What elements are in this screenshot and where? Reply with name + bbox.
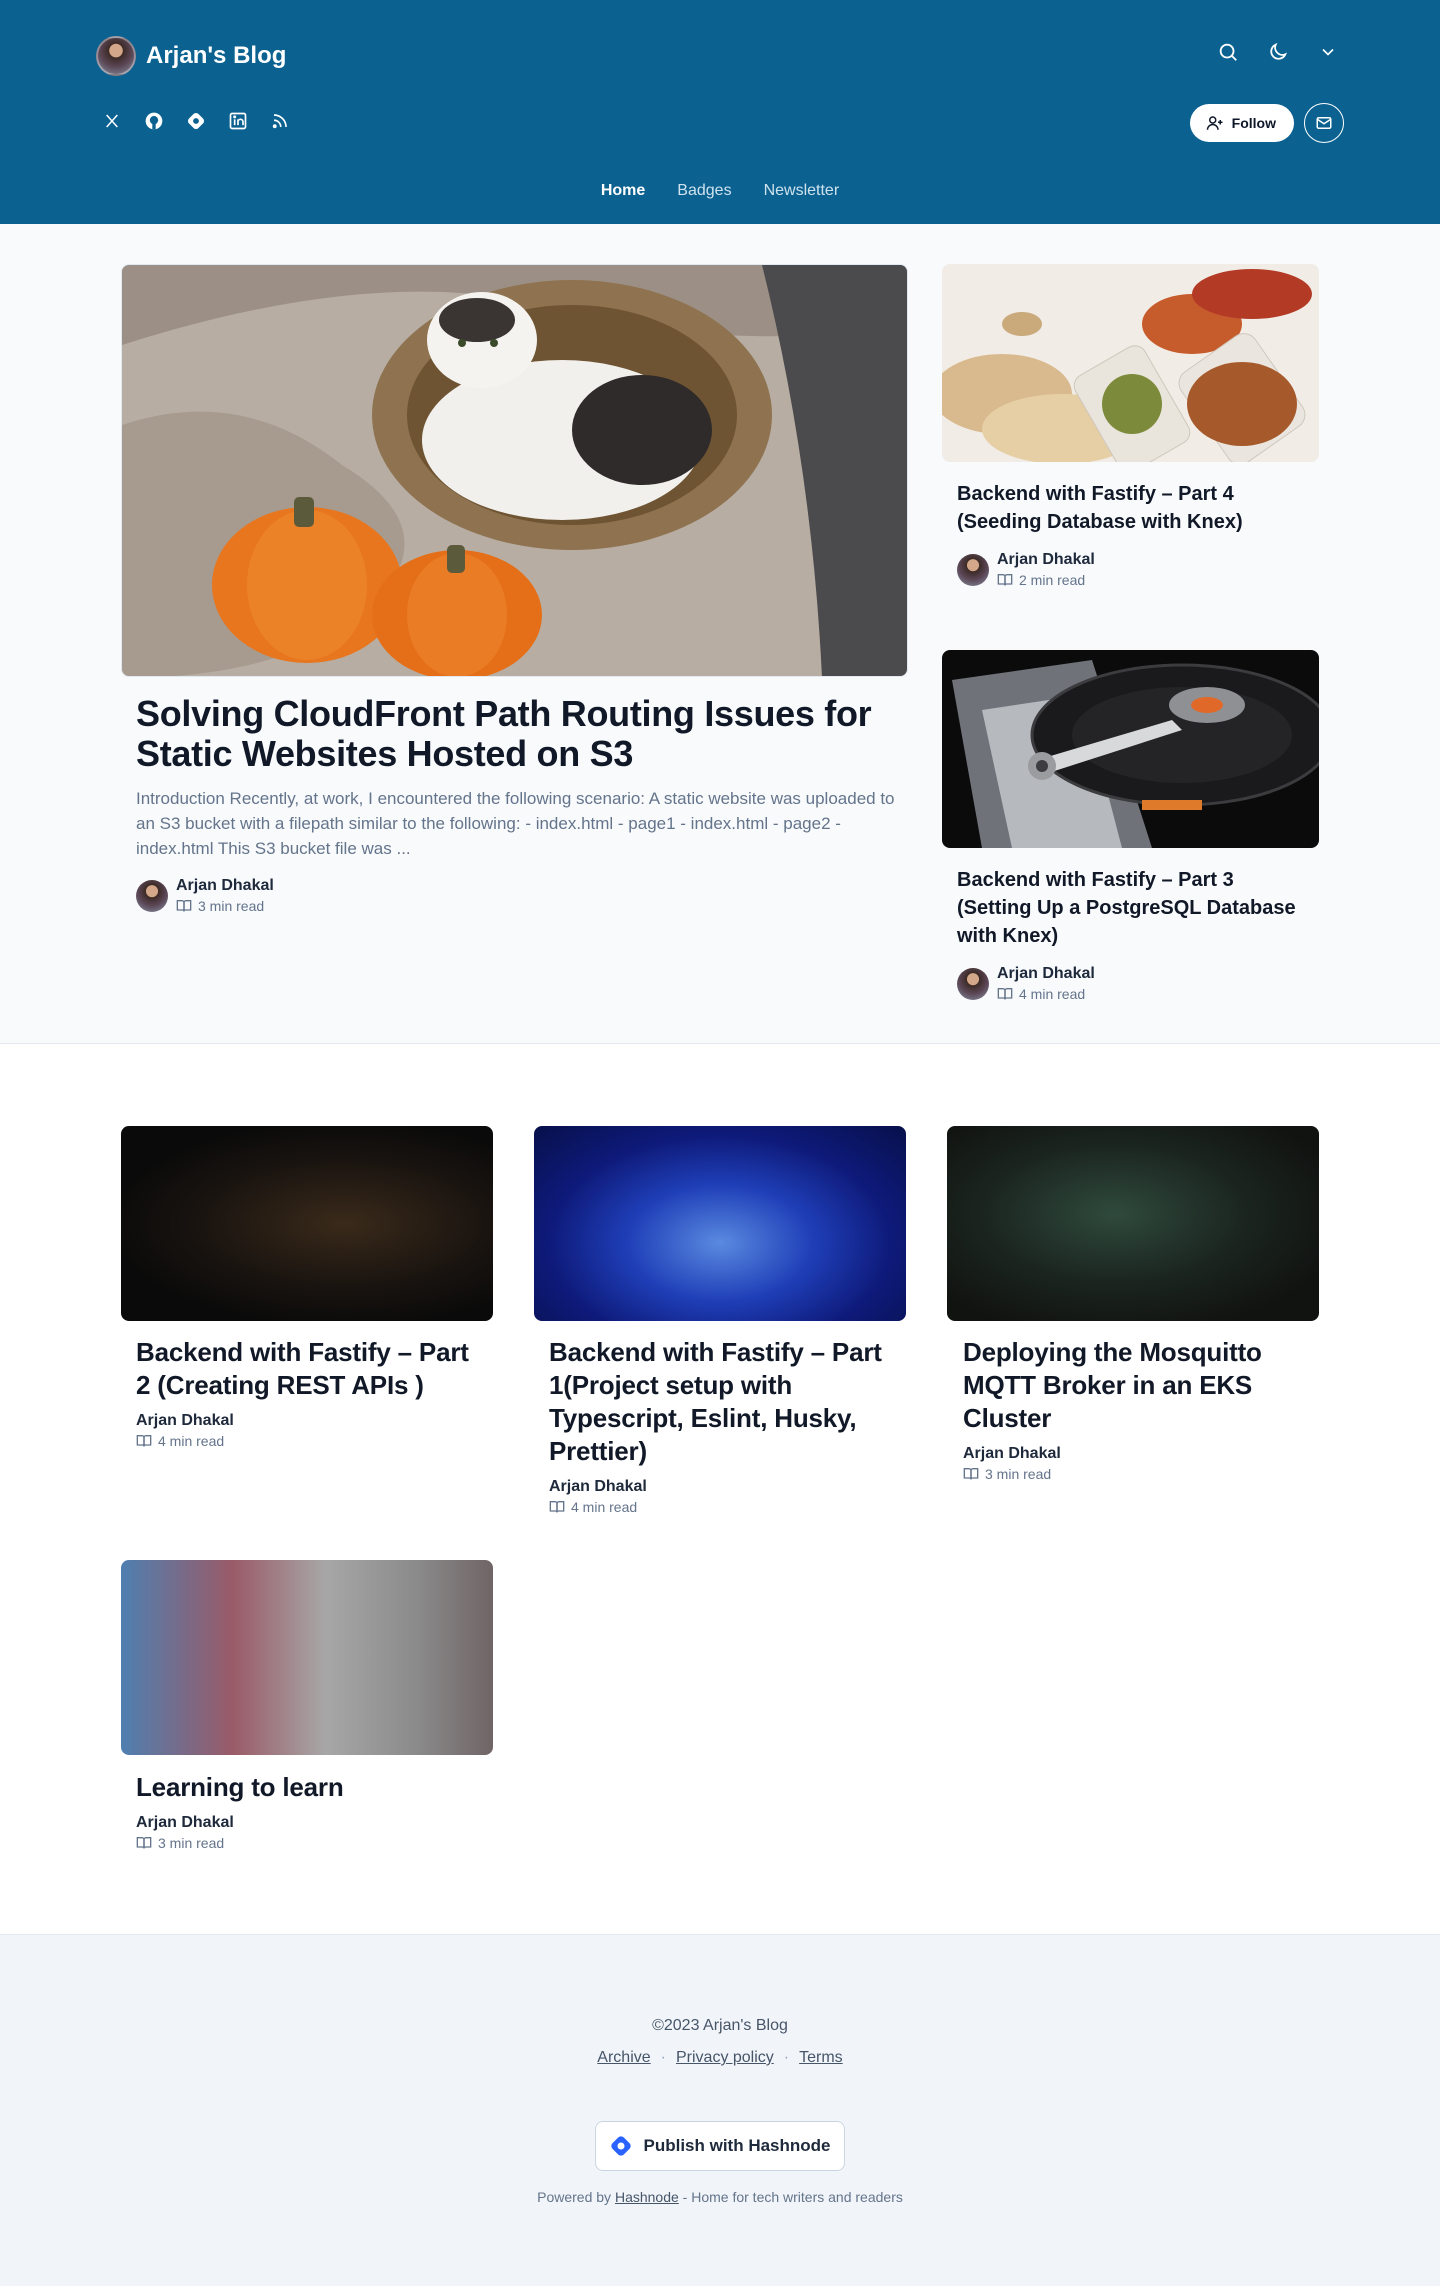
- blog-brand[interactable]: Arjan's Blog: [96, 35, 286, 77]
- side-post-title[interactable]: Backend with Fastify – Part 4 (Seeding D…: [957, 480, 1297, 536]
- read-time: 3 min read: [176, 896, 274, 916]
- post-title[interactable]: Learning to learn: [136, 1771, 476, 1804]
- follow-label: Follow: [1231, 115, 1276, 131]
- read-time: 4 min read: [997, 984, 1095, 1004]
- side-post-meta: Arjan Dhakal 4 min read: [957, 964, 1095, 1004]
- chevron-down-icon[interactable]: [1312, 36, 1344, 68]
- post-cover-image[interactable]: [121, 1560, 493, 1755]
- main-nav: Home Badges Newsletter: [0, 182, 1440, 200]
- featured-section: Solving CloudFront Path Routing Issues f…: [0, 224, 1440, 1044]
- footer-link-terms[interactable]: Terms: [799, 2049, 843, 2067]
- post-cover-image[interactable]: [947, 1126, 1319, 1321]
- social-links: [96, 105, 296, 137]
- hashnode-icon: [611, 2136, 632, 2156]
- footer-links: Archive · Privacy policy · Terms: [0, 2049, 1440, 2067]
- author-name[interactable]: Arjan Dhakal: [136, 1411, 234, 1431]
- follow-button[interactable]: Follow: [1189, 104, 1294, 142]
- read-time: 3 min read: [963, 1464, 1061, 1484]
- author-name[interactable]: Arjan Dhakal: [963, 1444, 1061, 1464]
- book-icon: [176, 900, 192, 912]
- footer-link-archive[interactable]: Archive: [597, 2049, 650, 2067]
- footer-link-privacy[interactable]: Privacy policy: [676, 2049, 774, 2067]
- side-post-cover-image[interactable]: [942, 650, 1319, 848]
- read-time: 4 min read: [136, 1431, 234, 1451]
- read-time: 3 min read: [136, 1833, 234, 1853]
- search-icon[interactable]: [1212, 36, 1244, 68]
- user-plus-icon: [1206, 116, 1223, 130]
- post-title[interactable]: Deploying the Mosquitto MQTT Broker in a…: [963, 1336, 1283, 1435]
- book-icon: [963, 1468, 979, 1480]
- post-title[interactable]: Backend with Fastify – Part 1(Project se…: [549, 1336, 889, 1468]
- read-time: 4 min read: [549, 1497, 647, 1517]
- github-icon[interactable]: [138, 105, 170, 137]
- header-actions: [1212, 36, 1344, 68]
- post-meta: Arjan Dhakal 4 min read: [549, 1477, 647, 1517]
- read-time: 2 min read: [997, 570, 1095, 590]
- post-meta: Arjan Dhakal 4 min read: [136, 1411, 234, 1451]
- copyright-text: ©2023 Arjan's Blog: [652, 2017, 788, 2034]
- nav-home[interactable]: Home: [601, 182, 645, 200]
- post-cover-image[interactable]: [121, 1126, 493, 1321]
- post-meta: Arjan Dhakal 3 min read: [963, 1444, 1061, 1484]
- author-avatar[interactable]: [136, 880, 168, 912]
- author-name[interactable]: Arjan Dhakal: [997, 964, 1095, 984]
- hashnode-icon[interactable]: [180, 105, 212, 137]
- author-avatar[interactable]: [957, 968, 989, 1000]
- book-icon: [549, 1501, 565, 1513]
- publish-label: Publish with Hashnode: [643, 2136, 831, 2155]
- author-avatar[interactable]: [957, 554, 989, 586]
- blog-header: Arjan's Blog Follow Home Badges Newslett…: [0, 0, 1440, 224]
- mail-icon: [1316, 117, 1332, 129]
- side-post-meta: Arjan Dhakal 2 min read: [957, 550, 1095, 590]
- side-post-title[interactable]: Backend with Fastify – Part 3 (Setting U…: [957, 866, 1297, 950]
- book-icon: [997, 988, 1013, 1000]
- featured-post-cover-image[interactable]: [121, 264, 908, 677]
- linkedin-icon[interactable]: [222, 105, 254, 137]
- author-name[interactable]: Arjan Dhakal: [549, 1477, 647, 1497]
- author-name[interactable]: Arjan Dhakal: [136, 1813, 234, 1833]
- nav-badges[interactable]: Badges: [677, 182, 731, 200]
- x-icon[interactable]: [96, 105, 128, 137]
- moon-icon[interactable]: [1262, 36, 1294, 68]
- separator-dot: ·: [660, 2049, 666, 2066]
- blog-avatar: [96, 36, 136, 76]
- post-cover-image[interactable]: [534, 1126, 906, 1321]
- powered-by-text: Powered by Hashnode - Home for tech writ…: [537, 2189, 903, 2205]
- author-name[interactable]: Arjan Dhakal: [176, 876, 274, 896]
- featured-post-excerpt[interactable]: Introduction Recently, at work, I encoun…: [136, 786, 896, 861]
- book-icon: [136, 1837, 152, 1849]
- book-icon: [997, 574, 1013, 586]
- hashnode-link[interactable]: Hashnode: [615, 2189, 679, 2205]
- side-post-cover-image[interactable]: [942, 264, 1319, 462]
- rss-icon[interactable]: [264, 105, 296, 137]
- page-footer: ©2023 Arjan's Blog Archive · Privacy pol…: [0, 1934, 1440, 2286]
- post-title[interactable]: Backend with Fastify – Part 2 (Creating …: [136, 1336, 476, 1402]
- separator-dot: ·: [783, 2049, 790, 2066]
- nav-newsletter[interactable]: Newsletter: [764, 182, 840, 200]
- publish-with-hashnode-button[interactable]: Publish with Hashnode: [595, 2121, 845, 2171]
- post-meta: Arjan Dhakal 3 min read: [136, 1813, 234, 1853]
- blog-name[interactable]: Arjan's Blog: [146, 42, 286, 70]
- book-icon: [136, 1435, 152, 1447]
- newsletter-subscribe-button[interactable]: [1304, 103, 1344, 143]
- featured-post-meta: Arjan Dhakal 3 min read: [136, 876, 274, 916]
- author-name[interactable]: Arjan Dhakal: [997, 550, 1095, 570]
- featured-post-title[interactable]: Solving CloudFront Path Routing Issues f…: [136, 694, 896, 774]
